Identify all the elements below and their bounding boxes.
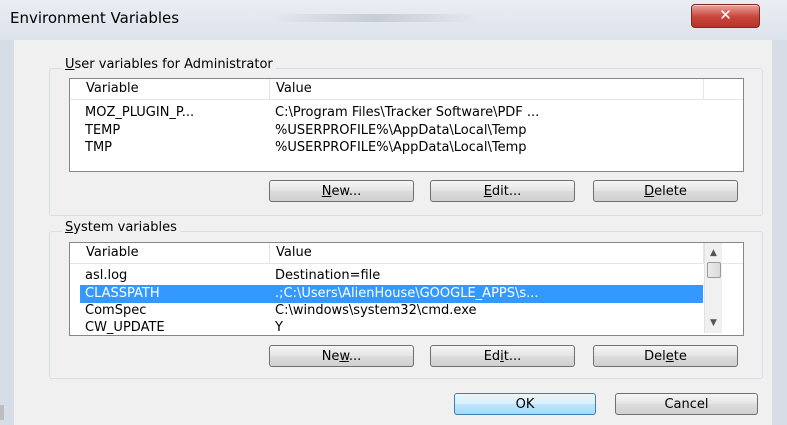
cell-variable: CW_UPDATE bbox=[85, 320, 165, 335]
title-bar[interactable]: Environment Variables ✕ bbox=[0, 0, 787, 40]
cancel-button[interactable]: Cancel bbox=[615, 393, 758, 415]
column-header-value[interactable]: Value bbox=[270, 79, 704, 99]
user-variables-label: User variables for Administrator bbox=[62, 57, 276, 72]
cell-variable: MOZ_PLUGIN_P... bbox=[85, 105, 195, 120]
list-header: Variable Value bbox=[70, 243, 743, 264]
cell-value: C:\windows\system32\cmd.exe bbox=[275, 303, 477, 318]
column-header-value[interactable]: Value bbox=[270, 243, 704, 263]
cell-variable: CLASSPATH bbox=[85, 286, 160, 301]
cell-value: %USERPROFILE%\AppData\Local\Temp bbox=[275, 140, 527, 155]
list-header: Variable Value bbox=[70, 79, 743, 100]
list-item[interactable]: TEMP %USERPROFILE%\AppData\Local\Temp bbox=[80, 122, 703, 140]
cell-variable: TEMP bbox=[85, 123, 121, 138]
window-frame-mark bbox=[0, 405, 4, 420]
cell-variable: TMP bbox=[85, 140, 112, 155]
user-new-button[interactable]: New... bbox=[269, 180, 414, 202]
system-edit-button[interactable]: Edit... bbox=[430, 345, 575, 367]
system-delete-button[interactable]: Delete bbox=[593, 345, 738, 367]
system-variables-label: System variables bbox=[62, 220, 180, 235]
cell-variable: ComSpec bbox=[85, 303, 147, 318]
cell-value: C:\Program Files\Tracker Software\PDF ..… bbox=[275, 105, 540, 120]
close-icon: ✕ bbox=[719, 6, 732, 24]
list-item[interactable]: asl.log Destination=file bbox=[80, 267, 703, 285]
list-item[interactable]: MOZ_PLUGIN_P... C:\Program Files\Tracker… bbox=[80, 104, 703, 122]
column-header-variable[interactable]: Variable bbox=[80, 79, 270, 99]
user-edit-button[interactable]: Edit... bbox=[430, 180, 575, 202]
list-item[interactable]: ComSpec C:\windows\system32\cmd.exe bbox=[80, 302, 703, 320]
scrollbar-thumb[interactable] bbox=[707, 262, 721, 278]
user-variables-list[interactable]: Variable Value MOZ_PLUGIN_P... C:\Progra… bbox=[69, 78, 744, 172]
window-frame-right bbox=[772, 40, 787, 425]
window-frame-left bbox=[0, 40, 14, 425]
cell-value: %USERPROFILE%\AppData\Local\Temp bbox=[275, 123, 527, 138]
list-item[interactable]: TMP %USERPROFILE%\AppData\Local\Temp bbox=[80, 139, 703, 157]
window-title: Environment Variables bbox=[10, 9, 180, 27]
cell-value: Destination=file bbox=[275, 268, 381, 283]
cell-value: .;C:\Users\AlienHouse\GOOGLE_APPS\s... bbox=[275, 286, 539, 301]
scroll-down-icon[interactable]: ▼ bbox=[705, 315, 722, 332]
scroll-up-icon[interactable]: ▲ bbox=[705, 245, 722, 262]
system-variables-list[interactable]: Variable Value asl.log Destination=file … bbox=[69, 242, 744, 336]
cell-value: Y bbox=[275, 320, 283, 335]
ok-button[interactable]: OK bbox=[454, 393, 596, 415]
cell-variable: asl.log bbox=[85, 268, 128, 283]
list-item[interactable]: CW_UPDATE Y bbox=[80, 319, 703, 335]
column-header-variable[interactable]: Variable bbox=[80, 243, 270, 263]
vertical-scrollbar[interactable]: ▲ ▼ bbox=[704, 243, 722, 333]
user-delete-button[interactable]: Delete bbox=[593, 180, 738, 202]
close-button[interactable]: ✕ bbox=[691, 4, 760, 28]
blurred-caption bbox=[270, 14, 480, 22]
system-new-button[interactable]: New... bbox=[269, 345, 414, 367]
list-item-selected[interactable]: CLASSPATH .;C:\Users\AlienHouse\GOOGLE_A… bbox=[80, 285, 703, 303]
